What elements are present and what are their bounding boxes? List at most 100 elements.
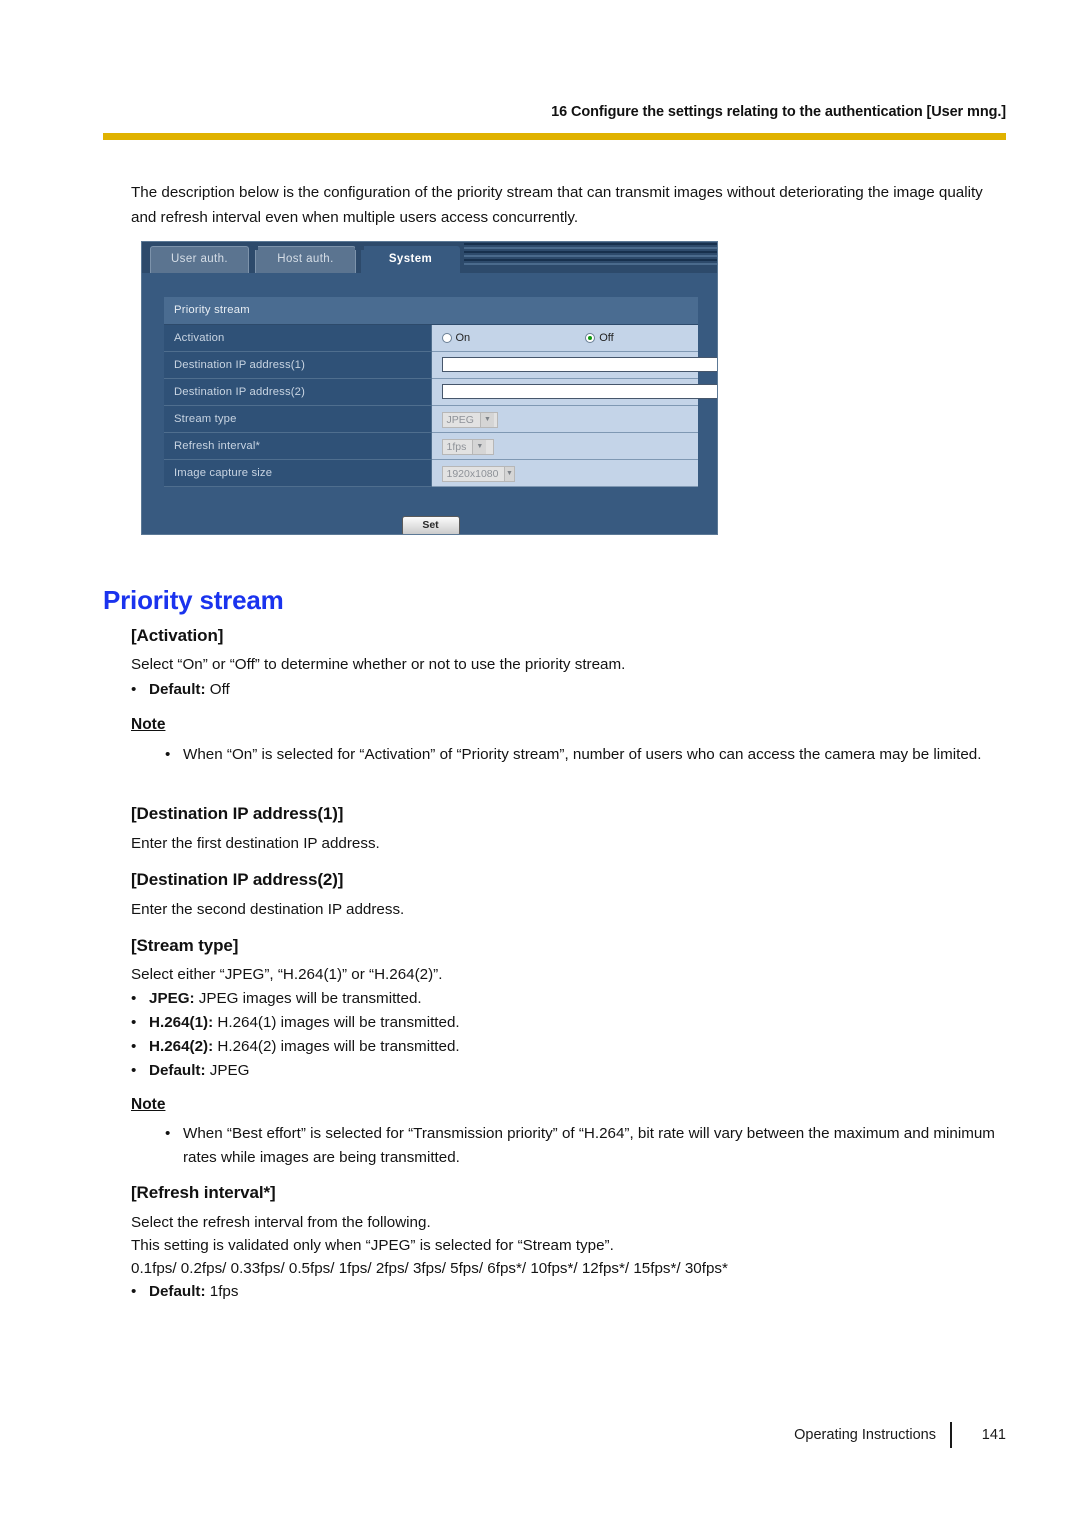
bullet-glyph: •	[131, 681, 137, 698]
activation-radio-group[interactable]: On Off	[441, 331, 698, 344]
note-title-stream-type: Note	[131, 1096, 166, 1113]
row-value-refresh-interval: 1fps ▼	[431, 432, 698, 460]
tab-notch-decoration	[249, 242, 258, 250]
page-title-priority-stream: Priority stream	[103, 585, 284, 615]
running-header: 16 Configure the settings relating to th…	[551, 104, 1006, 120]
footer-divider	[950, 1422, 952, 1448]
set-button[interactable]: Set	[401, 516, 460, 534]
bullet-refresh-interval-default: • Default: 1fps	[131, 1280, 1011, 1304]
refresh-interval-selected-value: 1fps	[446, 440, 467, 453]
priority-stream-settings-table: Priority stream Activation On Off Destin…	[164, 297, 717, 487]
text-destination-ip-1-body: Enter the first destination IP address.	[131, 835, 380, 852]
bullet-desc: JPEG images will be transmitted.	[194, 990, 422, 1007]
section-title-priority-stream: Priority stream	[164, 297, 698, 325]
tab-user-auth[interactable]: User auth.	[150, 246, 249, 273]
row-label-destination-ip-1: Destination IP address(1)	[164, 351, 432, 379]
bullet-note-activation: • When “On” is selected for “Activation”…	[165, 743, 1010, 767]
text-refresh-interval-line2: This setting is validated only when “JPE…	[131, 1237, 614, 1254]
chevron-down-icon: ▼	[504, 466, 514, 481]
text-activation-body: Select “On” or “Off” to determine whethe…	[131, 656, 626, 673]
intro-paragraph: The description below is the configurati…	[131, 184, 983, 226]
bullet-glyph: •	[131, 1038, 137, 1055]
radio-option-off[interactable]: Off	[585, 331, 614, 344]
row-value-destination-ip-1	[431, 351, 717, 379]
text-destination-ip-2-body: Enter the second destination IP address.	[131, 901, 405, 918]
table-row: Stream type JPEG ▼	[164, 405, 698, 433]
row-label-destination-ip-2: Destination IP address(2)	[164, 378, 432, 406]
ui-settings-panel: Priority stream Activation On Off Destin…	[142, 273, 717, 534]
camera-ui-screenshot: User auth. Host auth. System Priority st…	[141, 241, 718, 535]
ui-tab-bar: User auth. Host auth. System	[142, 242, 717, 273]
footer-page-number: 141	[981, 1427, 1006, 1443]
heading-destination-ip-1: [Destination IP address(1)]	[131, 804, 344, 823]
bullet-term: H.264(1):	[149, 1014, 214, 1031]
text-stream-type-body: Select either “JPEG”, “H.264(1)” or “H.2…	[131, 966, 443, 983]
row-value-activation: On Off	[431, 324, 698, 352]
label-default: Default:	[149, 1283, 206, 1300]
page-footer: Operating Instructions 141	[600, 1422, 1006, 1448]
bullet-glyph: •	[131, 1283, 137, 1300]
image-capture-size-select[interactable]: 1920x1080 ▼	[441, 465, 515, 482]
radio-option-on[interactable]: On	[441, 331, 471, 344]
bullet-stream-type-h264-1: • H.264(1): H.264(1) images will be tran…	[131, 1011, 1011, 1035]
bullet-glyph: •	[131, 1014, 137, 1031]
radio-checked-icon	[585, 332, 596, 343]
bullet-desc: H.264(1) images will be transmitted.	[213, 1014, 460, 1031]
chevron-down-icon: ▼	[479, 412, 494, 427]
bullet-glyph: •	[165, 746, 171, 763]
value-default: 1fps	[205, 1283, 239, 1300]
bullet-stream-type-default: • Default: JPEG	[131, 1059, 1011, 1083]
table-row: Destination IP address(2)	[164, 378, 717, 406]
tab-system[interactable]: System	[361, 246, 460, 273]
chevron-down-icon: ▼	[472, 439, 487, 454]
label-default: Default:	[149, 1062, 206, 1079]
stream-type-select[interactable]: JPEG ▼	[441, 411, 498, 428]
row-value-destination-ip-2	[431, 378, 717, 406]
table-row: Destination IP address(1)	[164, 351, 717, 379]
row-label-image-capture-size: Image capture size	[164, 459, 432, 487]
stream-type-selected-value: JPEG	[446, 413, 474, 426]
destination-ip-2-input[interactable]	[441, 384, 717, 399]
text-note-activation-body: When “On” is selected for “Activation” o…	[183, 746, 982, 763]
bullet-stream-type-jpeg: • JPEG: JPEG images will be transmitted.	[131, 987, 1011, 1011]
bullet-term: JPEG:	[149, 990, 195, 1007]
row-value-image-capture-size: 1920x1080 ▼	[431, 459, 698, 487]
text-note-stream-type-body: When “Best effort” is selected for “Tran…	[183, 1125, 995, 1166]
row-value-stream-type: JPEG ▼	[431, 405, 698, 433]
value-default: JPEG	[205, 1062, 250, 1079]
row-label-activation: Activation	[164, 324, 432, 352]
image-capture-size-selected-value: 1920x1080	[446, 467, 499, 480]
heading-refresh-interval: [Refresh interval*]	[131, 1183, 276, 1202]
header-divider-rule	[103, 133, 1006, 140]
bullet-glyph: •	[131, 990, 137, 1007]
table-row: Image capture size 1920x1080 ▼	[164, 459, 698, 487]
tab-host-auth[interactable]: Host auth.	[255, 246, 356, 273]
note-title-activation: Note	[131, 716, 166, 733]
row-label-stream-type: Stream type	[164, 405, 432, 433]
bullet-note-stream-type: • When “Best effort” is selected for “Tr…	[165, 1122, 1010, 1170]
tab-bar-stripes-decoration	[464, 243, 717, 269]
bullet-stream-type-h264-2: • H.264(2): H.264(2) images will be tran…	[131, 1035, 1011, 1059]
footer-doc-title: Operating Instructions	[794, 1427, 936, 1443]
bullet-activation-default: • Default: Off	[131, 678, 1011, 702]
table-row: Activation On Off	[164, 324, 698, 352]
radio-unchecked-icon	[441, 332, 452, 343]
value-default: Off	[205, 681, 230, 698]
set-button-container: Set	[142, 515, 717, 534]
heading-destination-ip-2: [Destination IP address(2)]	[131, 870, 344, 889]
destination-ip-1-input[interactable]	[441, 357, 717, 372]
bullet-glyph: •	[165, 1125, 171, 1142]
heading-activation: [Activation]	[131, 626, 224, 645]
radio-label-on: On	[455, 331, 471, 344]
table-row: Refresh interval* 1fps ▼	[164, 432, 698, 460]
bullet-glyph: •	[131, 1062, 137, 1079]
radio-label-off: Off	[599, 331, 614, 344]
text-refresh-interval-options: 0.1fps/ 0.2fps/ 0.33fps/ 0.5fps/ 1fps/ 2…	[131, 1260, 728, 1277]
text-refresh-interval-line1: Select the refresh interval from the fol…	[131, 1214, 431, 1231]
row-label-refresh-interval: Refresh interval*	[164, 432, 432, 460]
heading-stream-type: [Stream type]	[131, 936, 239, 955]
tab-notch-decoration	[355, 242, 364, 250]
bullet-term: H.264(2):	[149, 1038, 214, 1055]
refresh-interval-select[interactable]: 1fps ▼	[441, 438, 494, 455]
table-row-section-header: Priority stream	[164, 297, 698, 325]
